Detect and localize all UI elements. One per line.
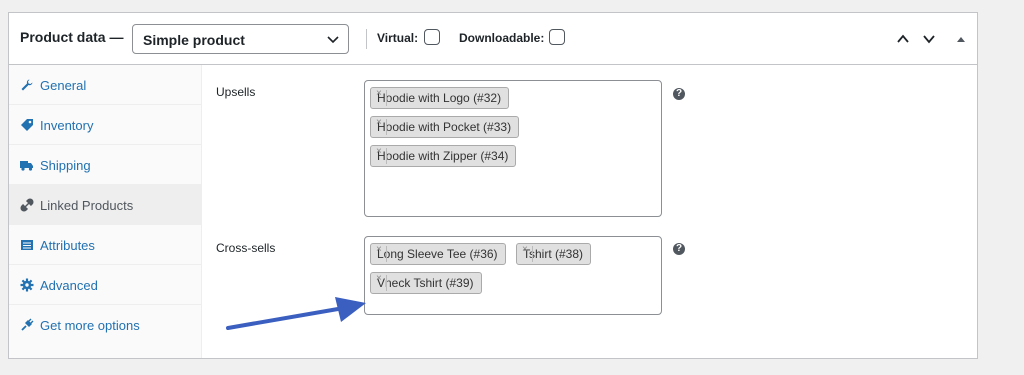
annotation-arrow-icon (226, 297, 366, 330)
